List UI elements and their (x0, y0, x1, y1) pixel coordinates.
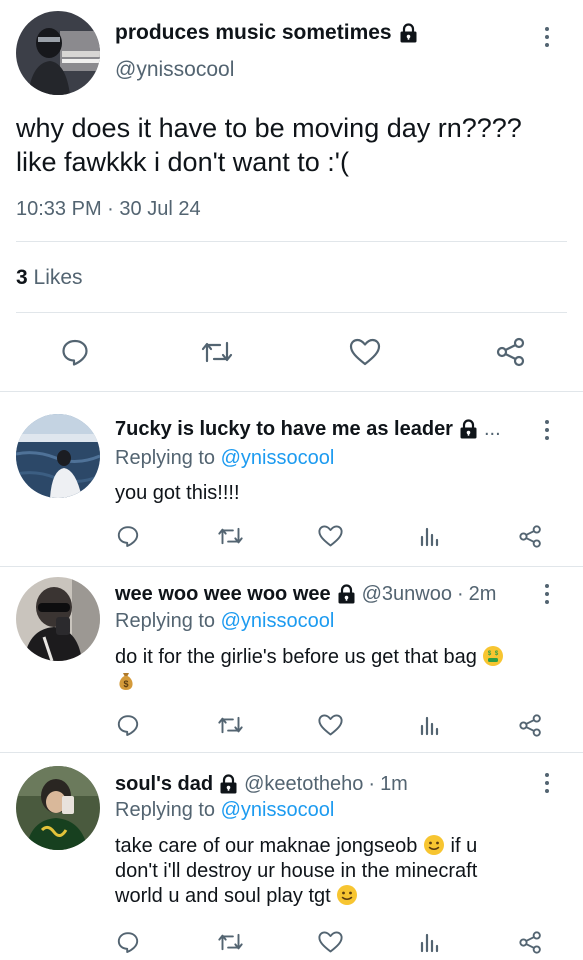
replying-to: Replying to @ynissocool (115, 799, 334, 822)
reply-text-part-2: if u (450, 835, 478, 857)
display-name[interactable]: produces music sometimes (115, 21, 419, 45)
reply-header: 7ucky is lucky to have me as leader ... (115, 418, 501, 441)
replying-to-link[interactable]: @ynissocool (221, 610, 335, 632)
tweet-text: why does it have to be moving day rn????… (16, 111, 571, 179)
timestamp[interactable]: 10:33 PM · 30 Jul 24 (16, 198, 201, 221)
retweet-icon[interactable] (197, 332, 237, 372)
replying-to-link[interactable]: @ynissocool (221, 447, 335, 469)
protected-lock-icon (458, 419, 479, 440)
share-icon[interactable] (516, 928, 544, 956)
reply-text: you got this!!!! (115, 482, 240, 504)
reply-text-line-2: don't i'll destroy ur house in the minec… (115, 860, 478, 882)
comment-icon[interactable] (57, 332, 93, 372)
retweet-icon[interactable] (214, 928, 246, 956)
protected-lock-icon (218, 774, 239, 795)
divider (0, 752, 583, 753)
time-separator: · (457, 583, 464, 605)
heart-icon[interactable] (314, 928, 346, 956)
comment-icon[interactable] (114, 711, 142, 739)
reply-header: soul's dad @keetotheho · 1m (115, 773, 408, 796)
more-options-icon[interactable] (537, 416, 557, 444)
replying-prefix: Replying to (115, 799, 216, 821)
tweet-actions (0, 332, 583, 372)
reply-header: wee woo wee woo wee @3unwoo · 2m (115, 583, 496, 606)
money-mouth-face-emoji: $ $ (482, 645, 504, 667)
date: 30 Jul 24 (119, 198, 201, 220)
retweet-icon[interactable] (214, 711, 246, 739)
replying-to-link[interactable]: @ynissocool (221, 799, 335, 821)
handle[interactable]: @keetotheho (244, 773, 363, 796)
replying-prefix: Replying to (115, 447, 216, 469)
heart-icon[interactable] (314, 711, 346, 739)
divider (16, 312, 567, 313)
divider (0, 566, 583, 567)
slightly-smiling-face-emoji (423, 834, 445, 856)
date-separator: · (107, 198, 114, 220)
time: 10:33 PM (16, 198, 102, 220)
display-name-text[interactable]: produces music sometimes (115, 21, 392, 45)
more-options-icon[interactable] (537, 23, 557, 51)
replying-prefix: Replying to (115, 610, 216, 632)
protected-lock-icon (336, 584, 357, 605)
slightly-smiling-face-emoji (336, 884, 358, 906)
avatar[interactable] (16, 766, 100, 850)
money-bag-emoji: $ (115, 670, 137, 692)
reply-text-line-3: world u and soul play tgt (115, 885, 331, 907)
replying-to: Replying to @ynissocool (115, 447, 334, 470)
protected-lock-icon (398, 22, 419, 44)
display-name[interactable]: soul's dad (115, 773, 213, 796)
avatar[interactable] (16, 414, 100, 498)
views-icon[interactable] (416, 928, 444, 956)
handle[interactable]: @ynissocool (115, 58, 234, 82)
reply-text: do it for the girlie's before us get tha… (115, 645, 575, 695)
reply-text: take care of our maknae jongseob if u do… (115, 834, 563, 909)
avatar[interactable] (16, 577, 100, 661)
name-truncation: ... (483, 418, 501, 440)
likes-number: 3 (16, 266, 28, 289)
more-options-icon[interactable] (537, 580, 557, 608)
share-icon[interactable] (516, 711, 544, 739)
reply-text-part-1: take care of our maknae jongseob (115, 835, 418, 857)
heart-icon[interactable] (345, 332, 385, 372)
likes-label: Likes (33, 266, 83, 289)
views-icon[interactable] (416, 522, 444, 550)
relative-time: 2m (468, 583, 497, 605)
more-options-icon[interactable] (537, 769, 557, 797)
handle[interactable]: @3unwoo (362, 583, 452, 606)
comment-icon[interactable] (114, 522, 142, 550)
views-icon[interactable] (416, 711, 444, 739)
share-icon[interactable] (516, 522, 544, 550)
comment-icon[interactable] (114, 928, 142, 956)
display-name[interactable]: 7ucky is lucky to have me as leader (115, 418, 453, 441)
divider (16, 241, 567, 242)
tweet-text-line-2: like fawkkk i don't want to :'( (16, 147, 349, 177)
share-icon[interactable] (491, 332, 531, 372)
display-name[interactable]: wee woo wee woo wee (115, 583, 331, 606)
heart-icon[interactable] (314, 522, 346, 550)
avatar[interactable] (16, 11, 100, 95)
replying-to: Replying to @ynissocool (115, 610, 334, 633)
retweet-icon[interactable] (214, 522, 246, 550)
svg-text:$: $ (123, 679, 128, 689)
likes-count[interactable]: 3 Likes (16, 266, 83, 290)
time-separator: · (368, 773, 376, 795)
divider (0, 391, 583, 392)
tweet-text-line-1: why does it have to be moving day rn???? (16, 113, 522, 143)
relative-time: 1m (380, 773, 408, 795)
reply-text-body: do it for the girlie's before us get tha… (115, 646, 477, 668)
